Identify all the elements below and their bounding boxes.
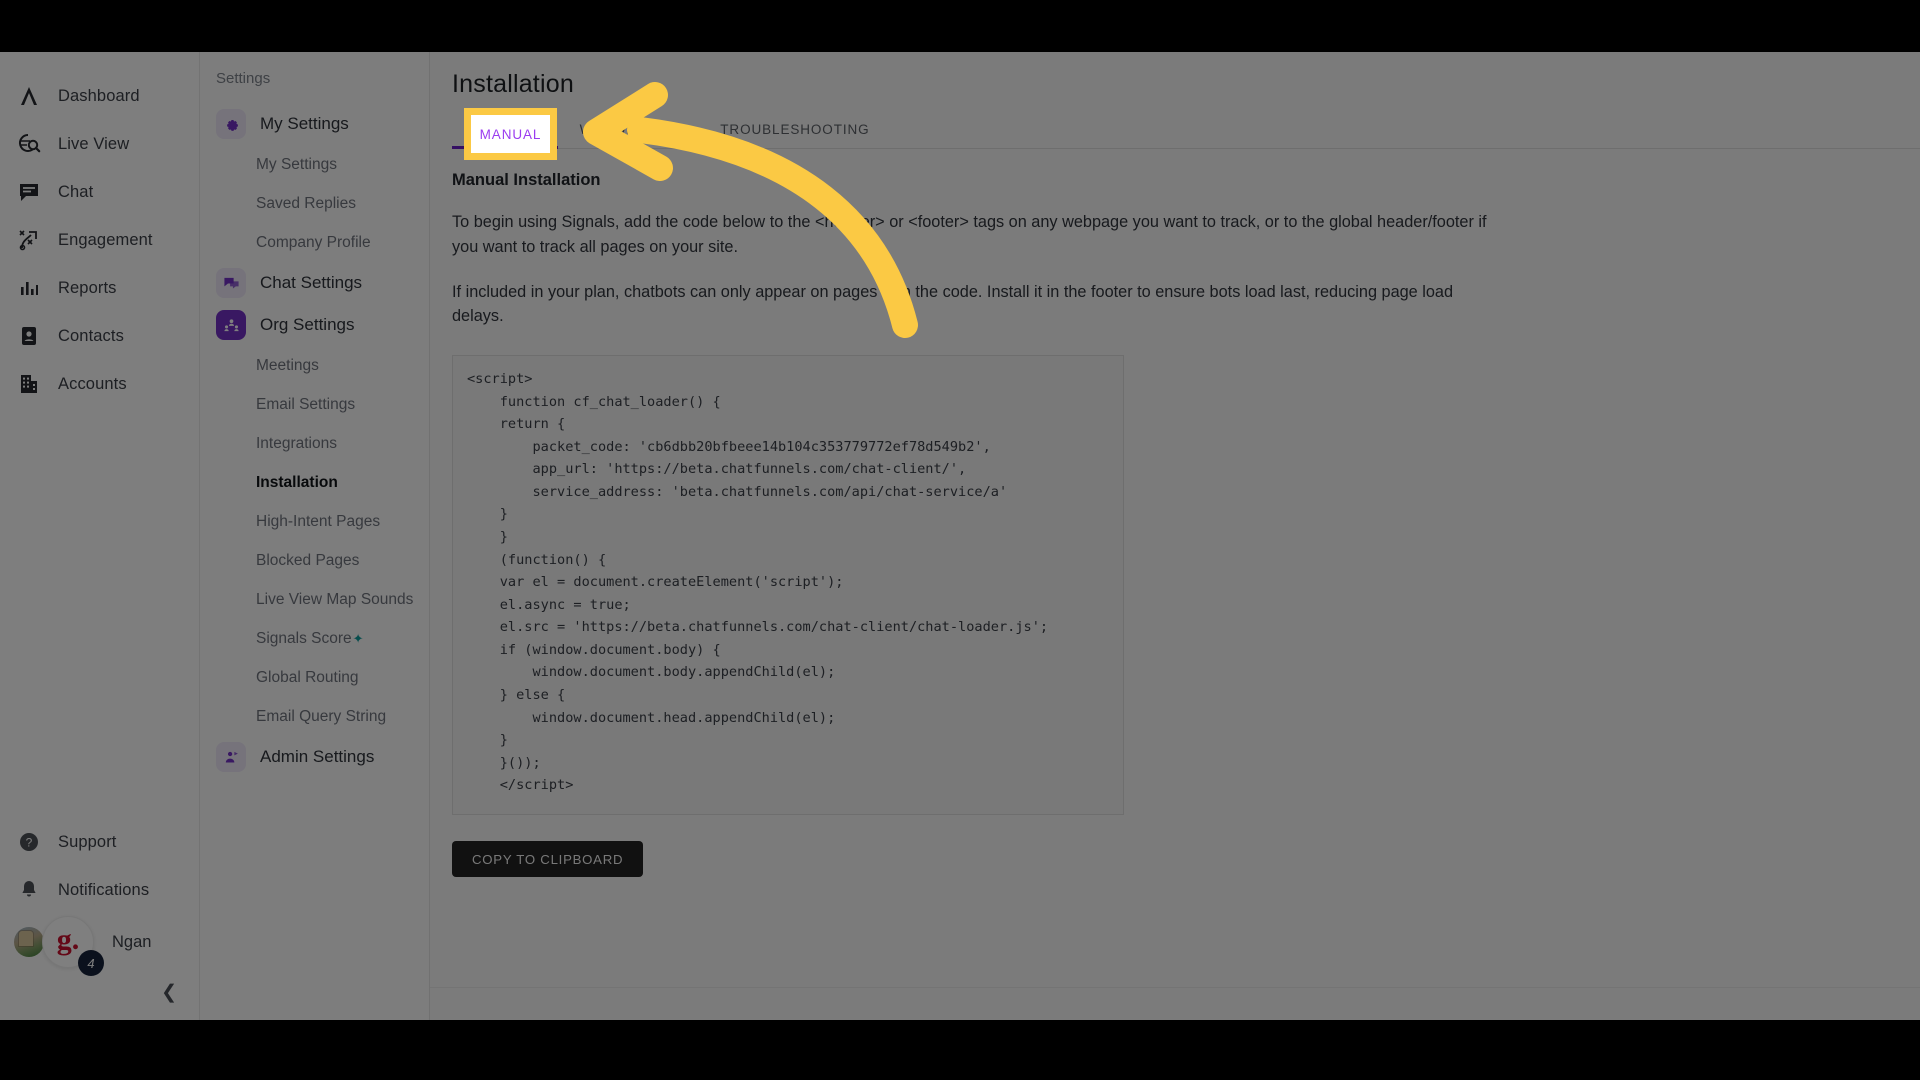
main-content: Installation MANUAL WORDPRESS TROUBLESHO… [430,52,1920,1020]
bell-icon [16,877,42,903]
sidebar-item-engagement[interactable]: Engagement [0,216,199,264]
page-title: Installation [452,70,574,98]
sidebar-label: Support [58,832,117,851]
intro-paragraph-1: To begin using Signals, add the code bel… [452,213,1487,256]
settings-group-label: My Settings [260,114,349,133]
org-logo-text: g. [56,923,80,956]
sidebar-label: Accounts [58,374,127,393]
settings-subitem-company-profile[interactable]: Company Profile [200,223,429,262]
gear-icon [216,109,246,139]
settings-group-label: Chat Settings [260,273,363,292]
building-icon [16,371,42,397]
sidebar-label: Engagement [58,230,153,249]
sidebar-item-chat[interactable]: Chat [0,168,199,216]
settings-group-label: Admin Settings [260,747,375,766]
sidebar-label: Dashboard [58,86,140,105]
sidebar-label: Notifications [58,880,150,899]
sidebar-label: Chat [58,182,94,201]
lambda-logo-icon [16,83,42,109]
globe-search-icon [16,131,42,157]
sidebar-label: Contacts [58,326,124,345]
bar-chart-icon [16,275,42,301]
svg-text:?: ? [26,836,33,850]
settings-subitem-meetings[interactable]: Meetings [200,346,429,385]
installation-tabs: MANUAL WORDPRESS TROUBLESHOOTING [452,109,1920,149]
settings-group-chat-settings[interactable]: Chat Settings [200,262,429,304]
settings-subitem-live-view-map-sounds[interactable]: Live View Map Sounds [200,580,429,619]
section-heading: Manual Installation [452,171,601,189]
sidebar-collapse-row: ❮ [0,970,199,1014]
admin-shield-icon [216,742,246,772]
content-footer-divider [430,987,1920,988]
sidebar-label: Reports [58,278,117,297]
contact-card-icon [16,323,42,349]
question-circle-icon: ? [16,829,42,855]
settings-group-admin-settings[interactable]: Admin Settings [200,736,429,778]
sidebar-item-live-view[interactable]: Live View [0,120,199,168]
sidebar-item-contacts[interactable]: Contacts [0,312,199,360]
avatar [14,927,44,957]
copy-to-clipboard-button[interactable]: COPY TO CLIPBOARD [452,841,644,878]
sidebar-bottom-section: ? Support Notifications g. 4 Ngan ❮ [0,818,199,1020]
settings-subitem-installation[interactable]: Installation [200,463,429,502]
sidebar-item-reports[interactable]: Reports [0,264,199,312]
settings-group-org-settings[interactable]: Org Settings [200,304,429,346]
settings-subitem-email-settings[interactable]: Email Settings [200,385,429,424]
primary-sidebar: Dashboard Live View Chat Engagement Repo… [0,52,200,1020]
screenshot-stage: Dashboard Live View Chat Engagement Repo… [0,0,1920,1080]
code-snippet-text: <script> function cf_chat_loader() { ret… [467,371,1049,794]
manual-tab-highlight-box: MANUAL [464,108,557,160]
settings-subitem-global-routing[interactable]: Global Routing [200,658,429,697]
settings-subitem-integrations[interactable]: Integrations [200,424,429,463]
sidebar-item-support[interactable]: ? Support [0,818,199,866]
org-people-icon [216,310,246,340]
settings-subitem-email-query-string[interactable]: Email Query String [200,697,429,736]
main-content-inner: Installation MANUAL WORDPRESS TROUBLESHO… [430,52,1920,1020]
settings-group-my-settings[interactable]: My Settings [200,103,429,145]
settings-sidebar: Settings My Settings My Settings Saved R… [200,52,430,1020]
user-account-row[interactable]: g. 4 Ngan [0,914,199,976]
settings-heading: Settings [216,70,271,87]
settings-subitem-my-settings[interactable]: My Settings [200,145,429,184]
installation-code-block[interactable]: <script> function cf_chat_loader() { ret… [452,355,1124,816]
application-window: Dashboard Live View Chat Engagement Repo… [0,52,1920,1020]
sidebar-item-notifications[interactable]: Notifications [0,866,199,914]
tab-wordpress[interactable]: WORDPRESS [558,122,699,148]
tab-troubleshooting[interactable]: TROUBLESHOOTING [698,122,891,148]
intro-paragraph-2: If included in your plan, chatbots can o… [452,282,1454,326]
settings-group-label: Org Settings [260,315,355,334]
notification-count-badge[interactable]: 4 [78,950,104,976]
chat-bubble-icon [16,179,42,205]
settings-subitem-signals-score[interactable]: Signals Score ✦ [200,619,429,658]
settings-subitem-high-intent-pages[interactable]: High-Intent Pages [200,502,429,541]
sidebar-label: Live View [58,134,130,153]
engagement-play-icon [16,227,42,253]
settings-subitem-saved-replies[interactable]: Saved Replies [200,184,429,223]
chevron-left-icon[interactable]: ❮ [161,983,177,1002]
sidebar-item-accounts[interactable]: Accounts [0,360,199,408]
sidebar-item-dashboard[interactable]: Dashboard [0,72,199,120]
settings-subitem-label: Signals Score [256,629,352,647]
manual-tab-highlight-label: MANUAL [479,126,542,142]
chat-settings-icon [216,268,246,298]
settings-subitem-blocked-pages[interactable]: Blocked Pages [200,541,429,580]
